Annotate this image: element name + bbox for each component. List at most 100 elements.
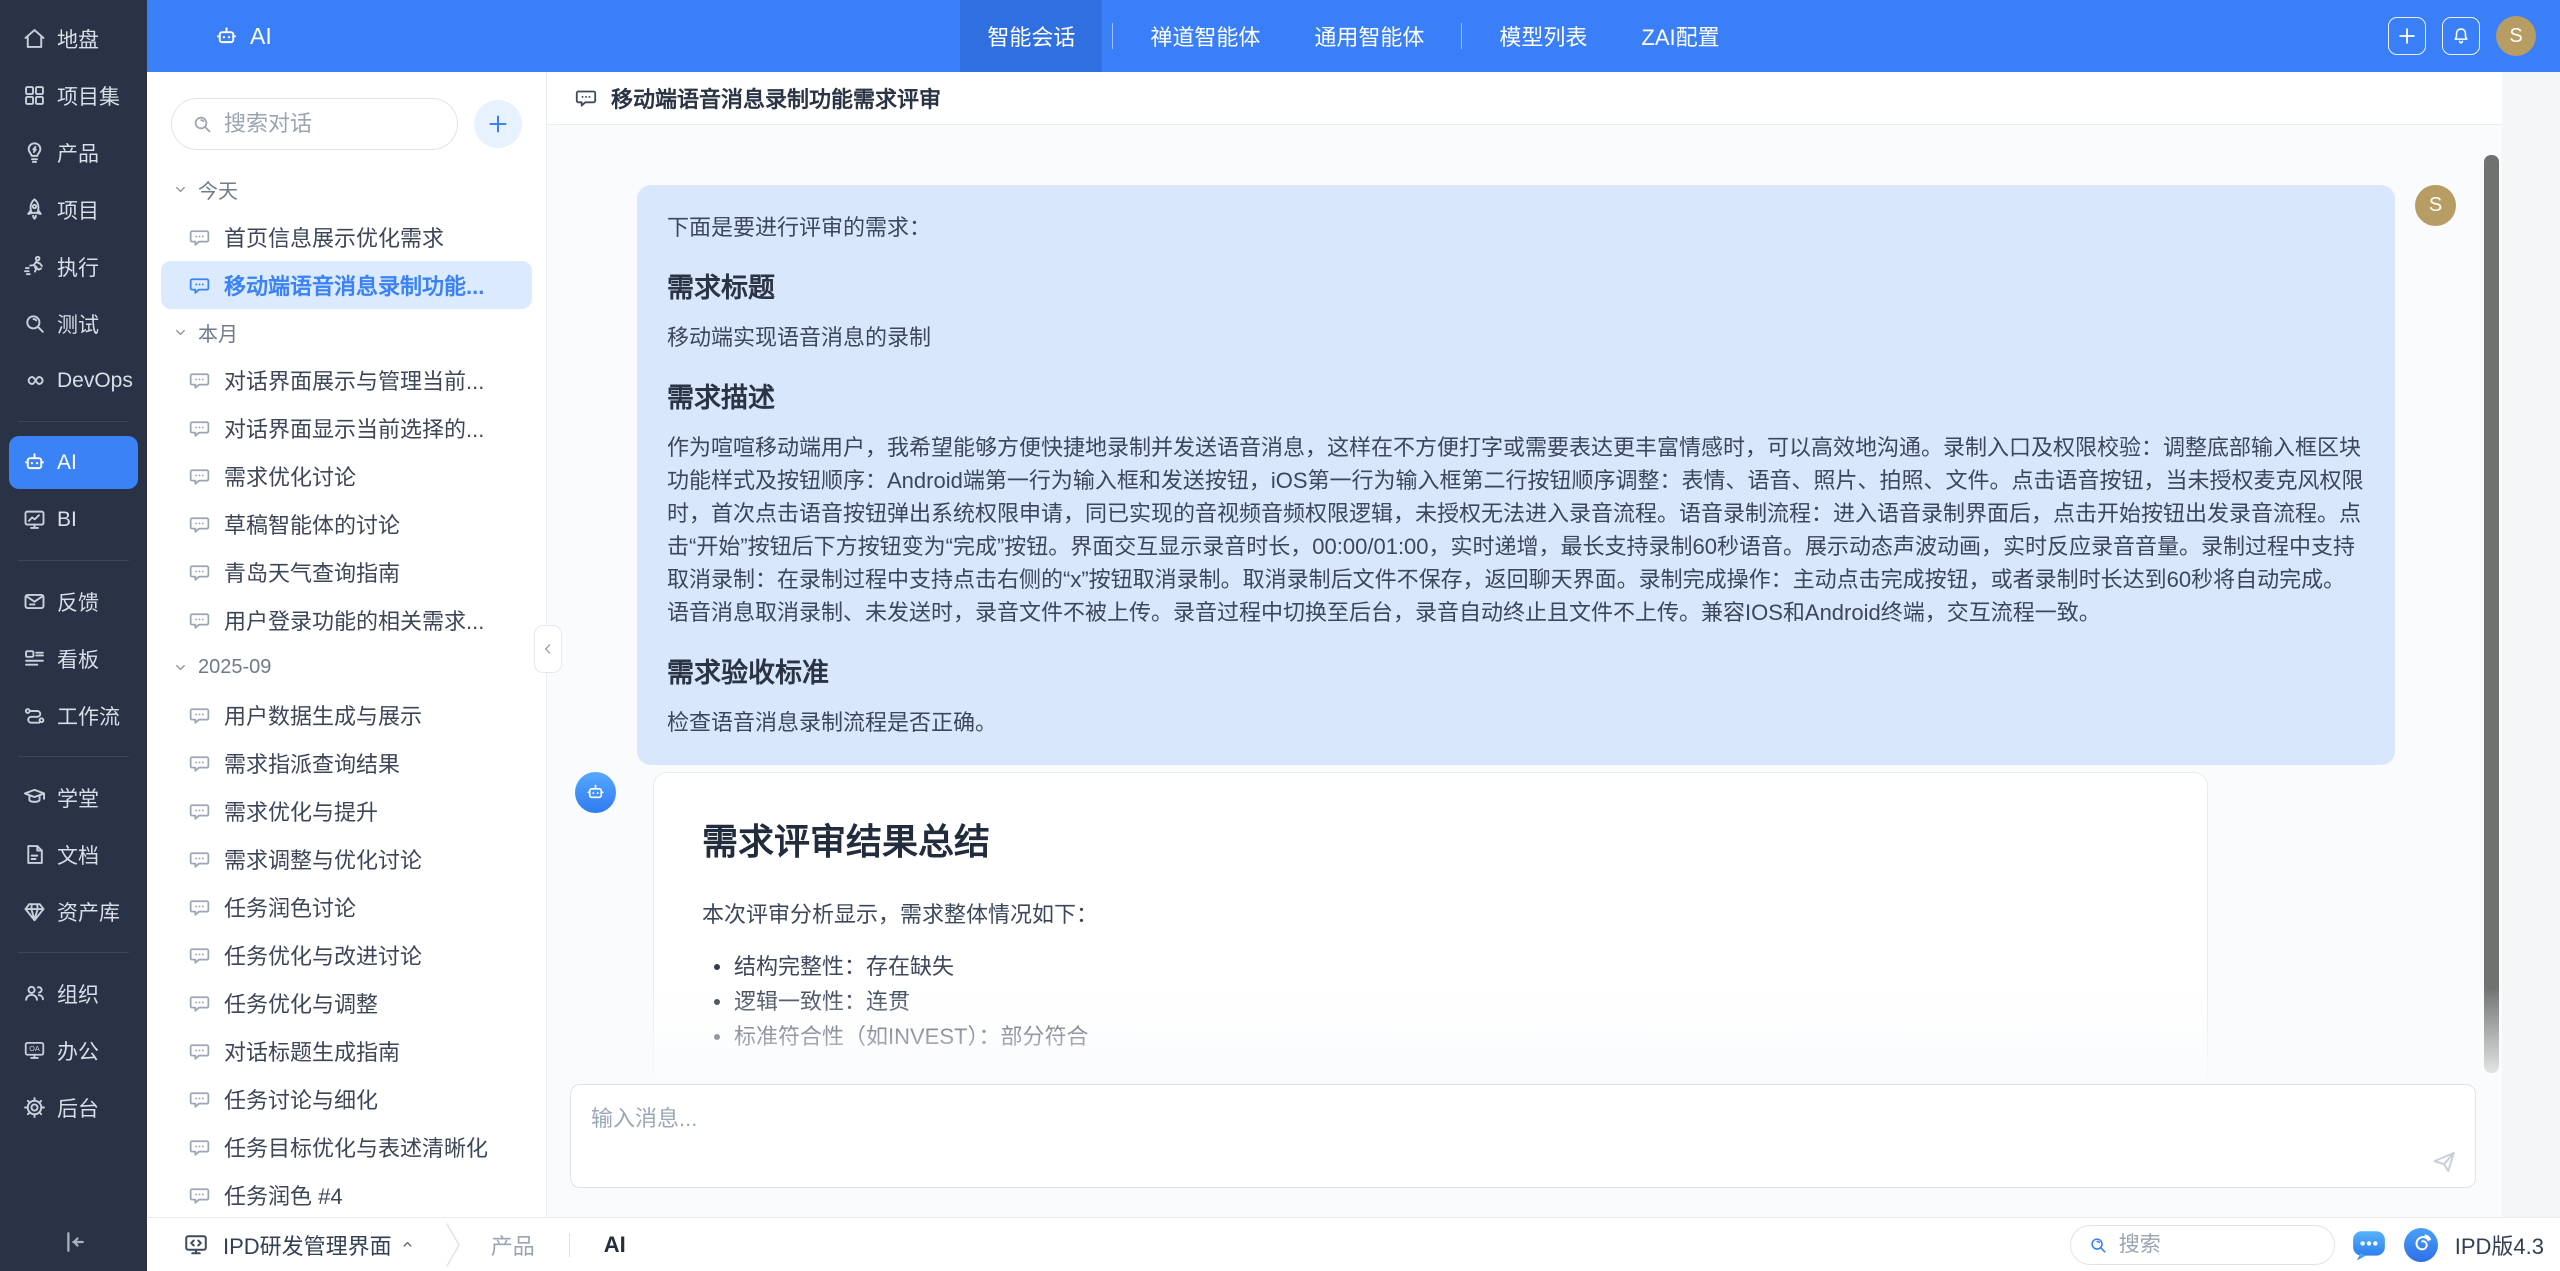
tab-zhineng-huihua[interactable]: 智能会话 (960, 0, 1102, 72)
top-tabs: 智能会话 禅道智能体 通用智能体 模型列表 ZAI配置 (960, 0, 1746, 72)
chevron-left-icon (540, 641, 556, 657)
chat-bubble-icon (187, 273, 212, 298)
sidebar-item-dipan[interactable]: 地盘 (0, 10, 147, 67)
message-intro: 下面是要进行评审的需求： (667, 211, 2365, 244)
sidebar-item-kanban[interactable]: 看板 (0, 630, 147, 687)
conversation-item[interactable]: 需求优化讨论 (161, 452, 532, 500)
group-label: 本月 (198, 318, 238, 347)
tab-zai-peizhi[interactable]: ZAI配置 (1614, 0, 1746, 72)
conversation-item[interactable]: 任务目标优化与表述清晰化 (161, 1123, 532, 1171)
sidebar-item-xiangmuji[interactable]: 项目集 (0, 67, 147, 124)
sidebar-item-zuzhi[interactable]: 组织 (0, 965, 147, 1022)
conversation-item[interactable]: 需求调整与优化讨论 (161, 835, 532, 883)
conversation-item[interactable]: 对话界面显示当前选择的... (161, 404, 532, 452)
conversation-search-input[interactable] (224, 111, 439, 137)
sidebar-item-label: 办公 (57, 1036, 99, 1066)
sidebar-item-chanpin[interactable]: 产品 (0, 124, 147, 181)
tab-chandao-zhinengti[interactable]: 禅道智能体 (1123, 0, 1287, 72)
robot-icon (21, 449, 48, 476)
conversation-item-selected[interactable]: 移动端语音消息录制功能... (161, 261, 532, 309)
sidebar-item-houtai[interactable]: 后台 (0, 1079, 147, 1136)
sidebar-item-ai[interactable]: AI (9, 436, 138, 489)
breadcrumb-current: AI (604, 1232, 626, 1258)
tab-separator (1461, 23, 1462, 49)
diamond-icon (21, 898, 48, 925)
conversation-search[interactable] (171, 98, 458, 150)
conversation-title: 首页信息展示优化需求 (224, 221, 444, 253)
sidebar-collapse-button[interactable] (0, 1227, 147, 1257)
workspace-switcher[interactable]: IPD研发管理界面 (223, 1229, 415, 1261)
conversation-sidebar-collapse-handle[interactable] (534, 625, 562, 673)
magnifier-icon (21, 310, 48, 337)
add-button[interactable] (2388, 17, 2426, 55)
conversation-item[interactable]: 对话界面展示与管理当前... (161, 356, 532, 404)
message-composer[interactable] (570, 1084, 2476, 1188)
global-search[interactable] (2070, 1225, 2335, 1265)
breadcrumb-product[interactable]: 产品 (491, 1229, 535, 1261)
sidebar-item-ceshi[interactable]: 测试 (0, 295, 147, 352)
group-today[interactable]: 今天 (161, 166, 532, 213)
sidebar-item-bangong[interactable]: 办公 (0, 1022, 147, 1079)
sidebar-item-devops[interactable]: DevOps (0, 352, 147, 409)
chat-scrollbar-thumb[interactable] (2484, 155, 2499, 1073)
conversation-item[interactable]: 用户登录功能的相关需求... (161, 596, 532, 644)
conversation-item[interactable]: 任务优化与改进讨论 (161, 931, 532, 979)
group-2025-09[interactable]: 2025-09 (161, 644, 532, 691)
sidebar-item-wendang[interactable]: 文档 (0, 826, 147, 883)
mail-icon (21, 588, 48, 615)
conversation-item[interactable]: 任务润色讨论 (161, 883, 532, 931)
monitor-code-icon (181, 1230, 211, 1260)
zentao-logo-icon[interactable] (2403, 1227, 2439, 1263)
send-icon[interactable] (2429, 1147, 2459, 1177)
ai-result-intro: 本次评审分析显示，需求整体情况如下： (702, 899, 2159, 931)
sidebar-item-xuetang[interactable]: 学堂 (0, 769, 147, 826)
conversation-item[interactable]: 任务润色 #4 (161, 1171, 532, 1217)
group-this-month[interactable]: 本月 (161, 309, 532, 356)
sidebar-divider (18, 756, 129, 757)
conversation-title: 移动端语音消息录制功能... (224, 269, 484, 301)
tab-tongyong-zhinengti[interactable]: 通用智能体 (1287, 0, 1451, 72)
robot-icon (584, 781, 607, 804)
chat-bubble-icon (187, 464, 212, 489)
chat-bubble-icon (573, 85, 599, 111)
conversation-item[interactable]: 任务优化与调整 (161, 979, 532, 1027)
plus-icon (486, 112, 510, 136)
user-avatar[interactable]: S (2496, 16, 2536, 56)
chat-bubble-icon (187, 847, 212, 872)
users-icon (21, 980, 48, 1007)
conversation-title: 用户数据生成与展示 (224, 699, 422, 731)
chat-bubble-icon (187, 895, 212, 920)
conversation-list: 今天 首页信息展示优化需求 移动端语音消息录制功能... 本月 对话界面展示与管… (147, 160, 546, 1217)
grid-icon (21, 82, 48, 109)
tab-moxing-liebiao[interactable]: 模型列表 (1472, 0, 1614, 72)
kanban-icon (21, 645, 48, 672)
sidebar-item-zichanku[interactable]: 资产库 (0, 883, 147, 940)
sidebar-item-fankui[interactable]: 反馈 (0, 573, 147, 630)
notifications-button[interactable] (2442, 17, 2480, 55)
chat-bubble-icon (187, 1135, 212, 1160)
conversation-item[interactable]: 需求优化与提升 (161, 787, 532, 835)
sidebar-item-label: 执行 (57, 252, 99, 282)
sidebar-item-gongzuoliu[interactable]: 工作流 (0, 687, 147, 744)
conversation-item[interactable]: 任务讨论与细化 (161, 1075, 532, 1123)
new-conversation-button[interactable] (474, 100, 522, 148)
conversation-item[interactable]: 首页信息展示优化需求 (161, 213, 532, 261)
conversation-item[interactable]: 用户数据生成与展示 (161, 691, 532, 739)
chevron-down-icon (173, 660, 188, 675)
message-input[interactable] (571, 1085, 2475, 1187)
chat-panel: 移动端语音消息录制功能需求评审 下面是要进行评审的需求： 需求标题 移动端实现语… (547, 72, 2502, 1217)
conversation-item[interactable]: 需求指派查询结果 (161, 739, 532, 787)
sidebar-item-bi[interactable]: BI (0, 491, 147, 548)
conversation-title: 任务优化与改进讨论 (224, 939, 422, 971)
messenger-icon[interactable] (2351, 1227, 2387, 1263)
sidebar-item-zhixing[interactable]: 执行 (0, 238, 147, 295)
conversation-item[interactable]: 青岛天气查询指南 (161, 548, 532, 596)
sidebar-item-xiangmu[interactable]: 项目 (0, 181, 147, 238)
search-icon (2087, 1234, 2109, 1256)
global-search-input[interactable] (2119, 1233, 2318, 1257)
conversation-item[interactable]: 对话标题生成指南 (161, 1027, 532, 1075)
conversation-title: 需求指派查询结果 (224, 747, 400, 779)
section-heading: 需求标题 (667, 266, 2365, 305)
chat-bubble-icon (187, 416, 212, 441)
conversation-item[interactable]: 草稿智能体的讨论 (161, 500, 532, 548)
